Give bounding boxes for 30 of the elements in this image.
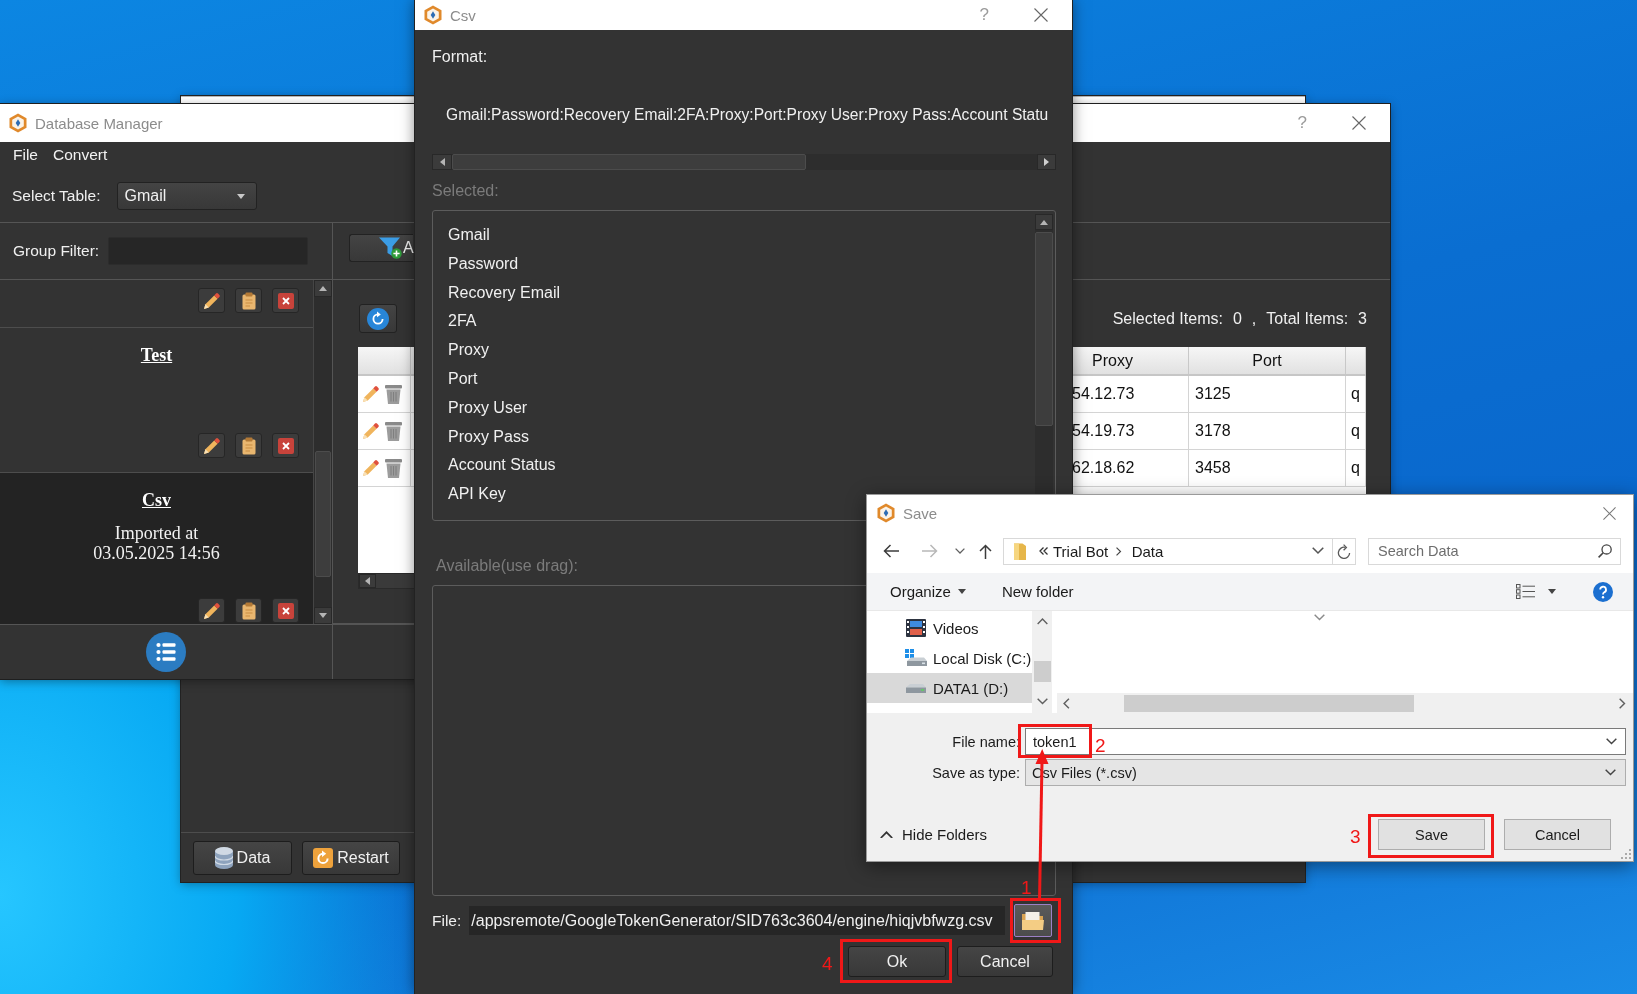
selected-label: Selected: [432,181,499,201]
step-number: 4 [822,953,833,974]
selected-items-count: 0 [1232,309,1242,328]
file-label: File: [432,911,462,930]
table-cell: q [1346,413,1366,449]
group-title: Test [140,344,173,366]
table-cell: 3178 [1189,413,1346,449]
window-title: Save [903,504,938,522]
step-number: 3 [1350,826,1361,847]
file-type-label: Save as type: [932,764,1020,781]
format-label: Format: [432,47,488,67]
table-cell: q [1346,450,1366,486]
selected-items-label: Selected Items: [1112,309,1223,328]
total-items-label: Total Items: [1266,309,1349,328]
window-title: Database Manager [35,114,163,132]
group-description: Imported at 03.05.2025 14:56 [93,523,220,563]
count-separator: , [1251,309,1257,328]
available-label: Available(use drag): [436,556,578,576]
step-number: 2 [1095,735,1106,756]
format-text: Gmail:Password:Recovery Email:2FA:Proxy:Port:Proxy User:Proxy Pass:Account Statu [446,105,1049,125]
table-cell: 3125 [1189,376,1346,412]
group-filter-label: Group Filter: [13,242,100,260]
table-cell: 3458 [1189,450,1346,486]
table-cell: q [1346,376,1366,412]
file-name-label: File name: [952,733,1020,750]
select-table-label: Select Table: [12,187,101,205]
step-number: 1 [1021,877,1032,898]
window-title: Csv [450,6,476,24]
total-items-count: 3 [1358,309,1367,328]
group-title: Csv [142,489,171,511]
